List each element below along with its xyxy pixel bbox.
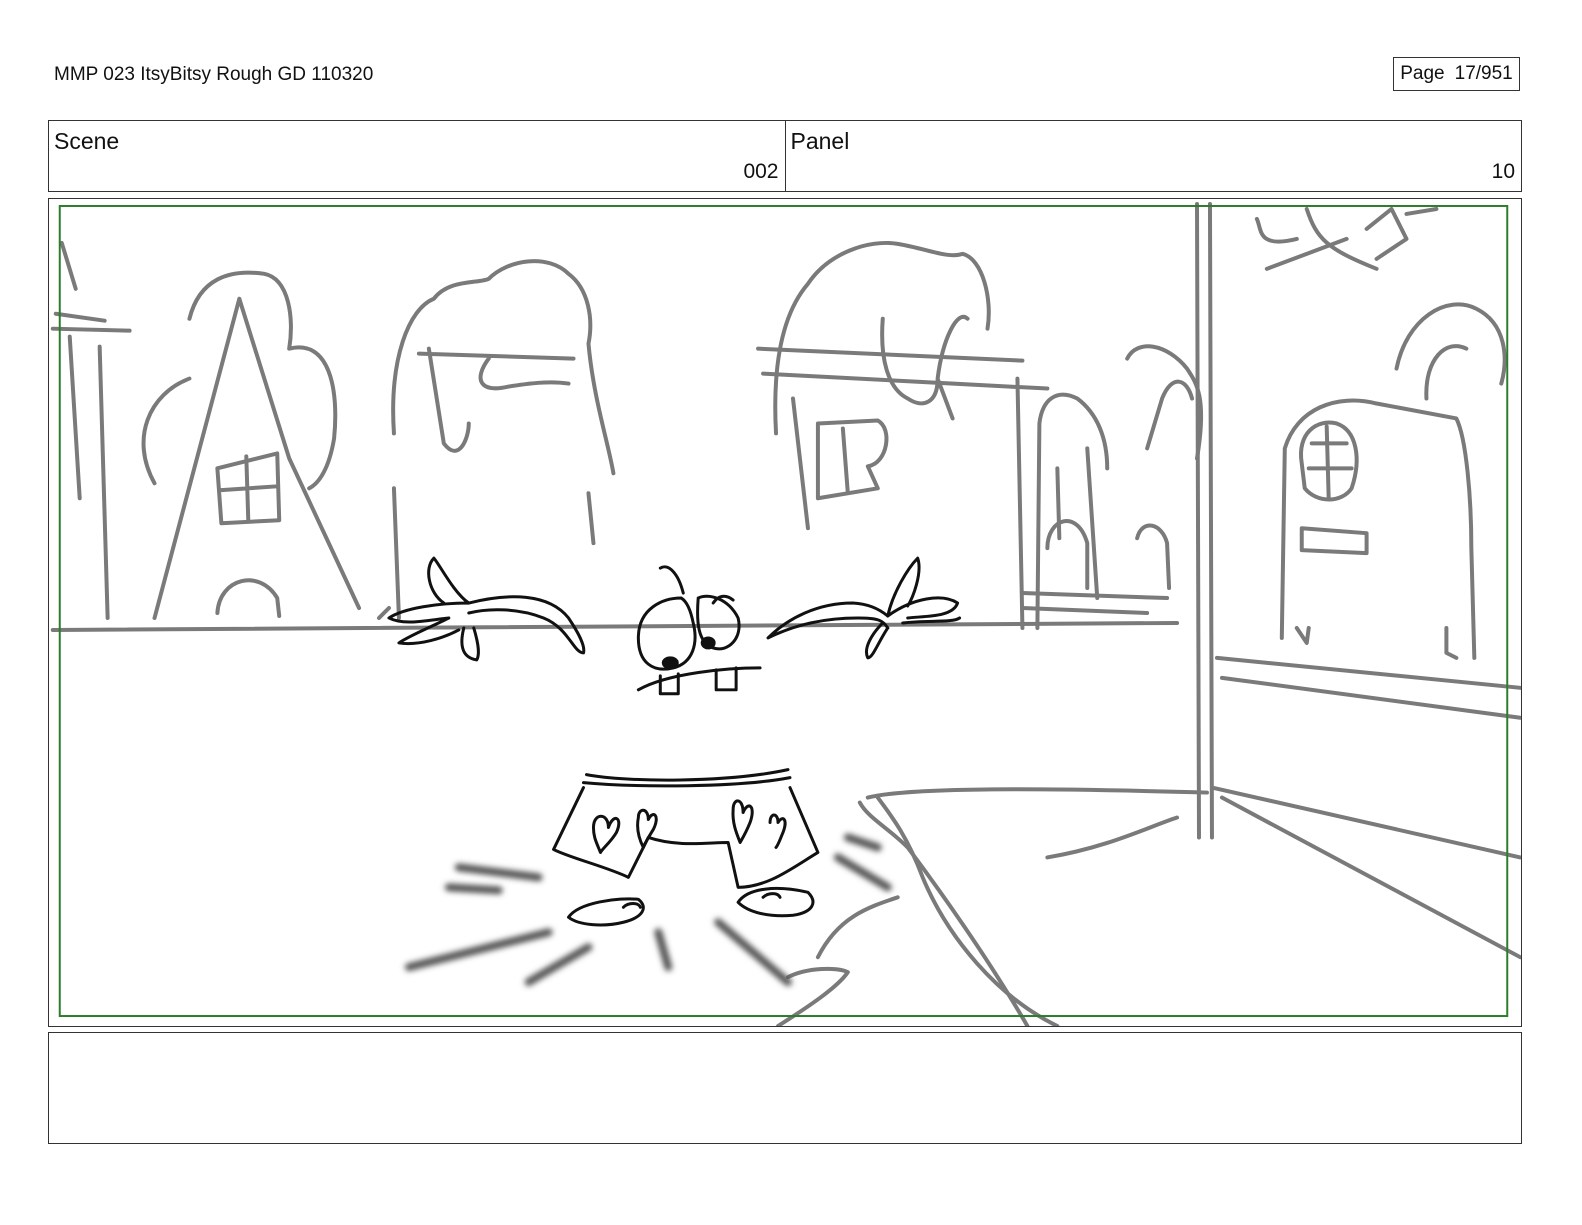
storyboard-sketch	[50, 201, 1521, 1026]
scene-panel-header: Scene 002 Panel 10	[48, 120, 1522, 192]
panel-cell: Panel 10	[784, 121, 1522, 191]
document-title: MMP 023 ItsyBitsy Rough GD 110320	[54, 64, 374, 85]
scene-label: Scene	[54, 128, 120, 154]
motion-streaks	[404, 833, 892, 987]
panel-number: 10	[1491, 160, 1515, 183]
page-label: Page	[1400, 63, 1445, 84]
storyboard-frame	[48, 198, 1522, 1027]
panel-label: Panel	[790, 128, 850, 154]
page-indicator: Page 17/951	[1393, 57, 1520, 91]
scene-cell: Scene 002	[49, 121, 785, 191]
panel-notes	[48, 1032, 1522, 1144]
scene-number: 002	[743, 160, 779, 183]
page-number: 17/951	[1454, 63, 1513, 84]
background-town-sketch	[50, 201, 1521, 1026]
